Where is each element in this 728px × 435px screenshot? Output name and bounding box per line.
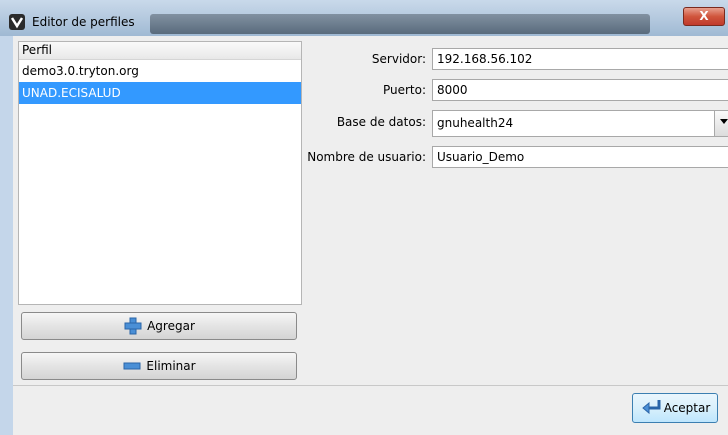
database-value: gnuhealth24	[437, 116, 514, 130]
accept-icon	[640, 398, 662, 419]
minus-icon	[122, 356, 142, 376]
database-label: Base de datos:	[336, 115, 426, 129]
username-label: Nombre de usuario:	[307, 150, 426, 164]
footer-separator	[13, 385, 728, 386]
remove-profile-button[interactable]: Eliminar	[21, 352, 297, 380]
accept-button[interactable]: Aceptar	[632, 393, 718, 423]
port-label: Puerto:	[382, 83, 426, 97]
database-select[interactable]: gnuhealth24	[432, 110, 728, 137]
add-profile-label: Agregar	[147, 319, 195, 333]
server-label: Servidor:	[371, 52, 426, 66]
remove-profile-label: Eliminar	[146, 359, 196, 373]
port-input[interactable]: 8000	[432, 79, 728, 101]
title-bar-background	[150, 14, 650, 34]
window-left-border	[0, 36, 13, 435]
accept-label: Aceptar	[663, 401, 711, 415]
dialog-body: Perfil demo3.0.tryton.org UNAD.ECISALUD …	[13, 36, 728, 435]
dropdown-arrow-icon[interactable]	[714, 111, 728, 136]
server-input[interactable]: 192.168.56.102	[432, 48, 728, 70]
username-input[interactable]: Usuario_Demo	[432, 146, 728, 168]
title-bar: Editor de perfiles X	[0, 0, 728, 36]
window-title: Editor de perfiles	[32, 15, 135, 29]
profile-list[interactable]: Perfil demo3.0.tryton.org UNAD.ECISALUD	[18, 41, 302, 305]
app-icon	[9, 14, 25, 30]
plus-icon	[123, 316, 143, 336]
close-icon: X	[699, 9, 709, 23]
close-button[interactable]: X	[683, 7, 725, 26]
add-profile-button[interactable]: Agregar	[21, 312, 297, 340]
